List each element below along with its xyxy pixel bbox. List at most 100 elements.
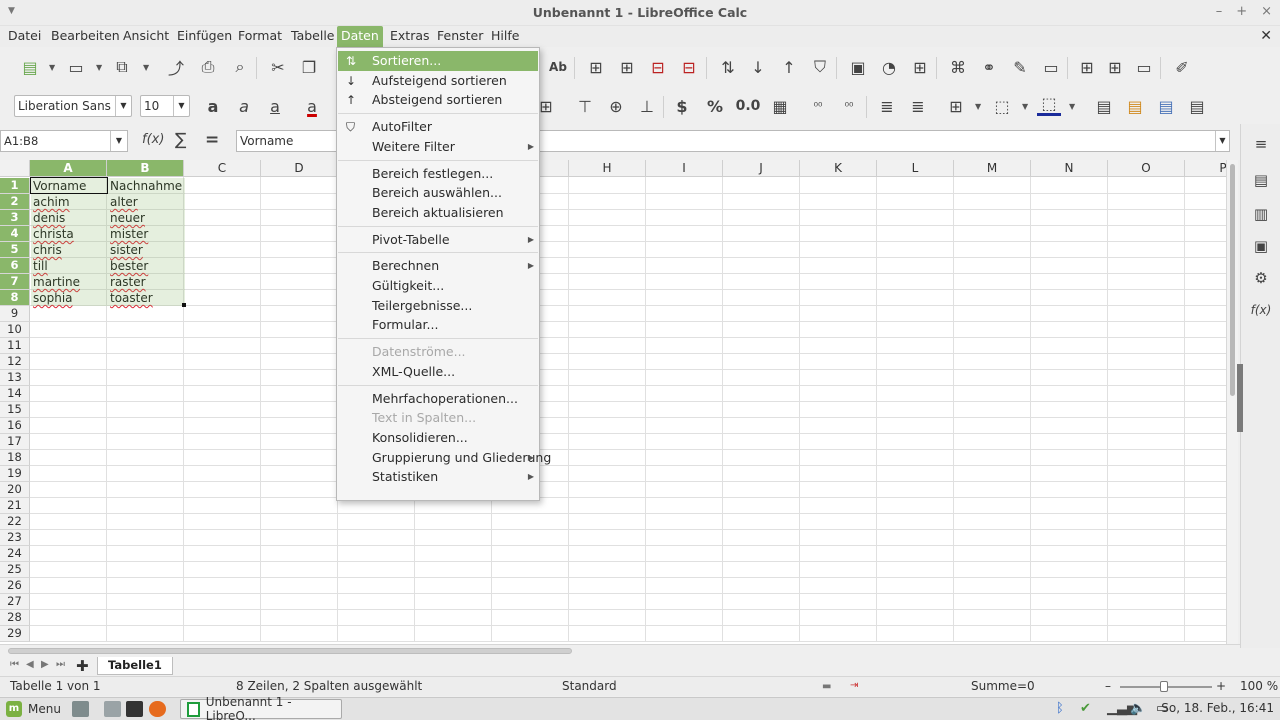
align-top-icon[interactable]: ⊤ <box>573 94 597 118</box>
page-style[interactable]: Standard <box>562 679 617 693</box>
menu-hilfe[interactable]: Hilfe <box>487 26 523 47</box>
column-header-j[interactable]: J <box>723 160 800 177</box>
menu-item-absteigend-sortieren[interactable]: ↑ Absteigend sortieren <box>338 90 538 110</box>
terminal-icon[interactable] <box>126 701 143 717</box>
print-icon[interactable]: ⎙ <box>196 55 220 79</box>
select-all-corner[interactable] <box>0 160 30 177</box>
font-size-combo[interactable]: 10 ▼ <box>140 95 190 117</box>
print-preview-icon[interactable]: ⌕ <box>228 55 252 79</box>
row-header-8[interactable]: 8 <box>0 290 30 306</box>
navigator-icon[interactable]: ⚙ <box>1249 266 1273 290</box>
menu-item-gruppierung-und-gliederung[interactable]: Gruppierung und Gliederung ▶ <box>338 448 551 468</box>
row-header-11[interactable]: 11 <box>0 338 30 354</box>
name-box[interactable]: A1:B8 ▼ <box>0 130 128 152</box>
row-header-3[interactable]: 3 <box>0 210 30 226</box>
last-sheet-icon[interactable]: ⏭ <box>56 659 65 670</box>
menu-item-gültigkeit[interactable]: Gültigkeit... <box>338 276 538 296</box>
row-header-23[interactable]: 23 <box>0 530 30 546</box>
gallery-icon[interactable]: ▣ <box>1249 234 1273 258</box>
image-icon[interactable]: ▣ <box>846 55 870 79</box>
clock[interactable]: So, 18. Feb., 16:41 <box>1161 701 1274 715</box>
row-header-5[interactable]: 5 <box>0 242 30 258</box>
selection-mode-icon[interactable]: ▬ <box>822 681 831 692</box>
freeze-rows-columns-icon[interactable]: ⊞ <box>1103 55 1127 79</box>
formula-icon[interactable]: = <box>205 130 219 150</box>
row-header-29[interactable]: 29 <box>0 626 30 642</box>
chevron-down-icon[interactable]: ▼ <box>110 131 127 151</box>
date-format-icon[interactable]: ▦ <box>768 94 792 118</box>
update-shield-icon[interactable]: ✔ <box>1080 701 1091 716</box>
decrease-indent-icon[interactable]: ≣ <box>906 94 930 118</box>
templates-icon[interactable]: ▭ <box>64 55 88 79</box>
menu-item-bereich-festlegen[interactable]: Bereich festlegen... <box>338 164 538 184</box>
cut-icon[interactable]: ✂ <box>266 55 290 79</box>
maximize-icon[interactable]: + <box>1236 4 1247 19</box>
row-header-19[interactable]: 19 <box>0 466 30 482</box>
column-header-l[interactable]: L <box>877 160 954 177</box>
show-desktop-icon[interactable] <box>72 701 89 717</box>
column-header-b[interactable]: B <box>107 160 184 177</box>
column-header-m[interactable]: M <box>954 160 1031 177</box>
add-decimal-icon[interactable]: ⁰⁰ <box>806 94 830 118</box>
sidebar-grip[interactable] <box>1237 364 1243 432</box>
row-header-6[interactable]: 6 <box>0 258 30 274</box>
row-header-18[interactable]: 18 <box>0 450 30 466</box>
column-header-o[interactable]: O <box>1108 160 1185 177</box>
column-header-k[interactable]: K <box>800 160 877 177</box>
font-name-combo[interactable]: Liberation Sans ▼ <box>14 95 132 117</box>
delete-decimal-icon[interactable]: ⁰⁰ <box>837 94 861 118</box>
row-header-26[interactable]: 26 <box>0 578 30 594</box>
row-header-27[interactable]: 27 <box>0 594 30 610</box>
chevron-down-icon[interactable]: ▼ <box>115 96 131 116</box>
delete-column-icon[interactable]: ⊟ <box>677 55 701 79</box>
sidebar-menu-icon[interactable]: ≡ <box>1249 132 1273 156</box>
row-header-10[interactable]: 10 <box>0 322 30 338</box>
menu-item-konsolidieren[interactable]: Konsolidieren... <box>338 428 538 448</box>
menu-tabelle[interactable]: Tabelle <box>287 26 339 47</box>
menu-ansicht[interactable]: Ansicht <box>119 26 173 47</box>
menu-item-pivot-tabelle[interactable]: Pivot-Tabelle ▶ <box>338 230 538 250</box>
menu-einfuegen[interactable]: Einfügen <box>173 26 236 47</box>
borders-dropdown-icon[interactable]: ▼ <box>975 102 981 111</box>
column-header-c[interactable]: C <box>184 160 261 177</box>
row-header-14[interactable]: 14 <box>0 386 30 402</box>
new-dropdown-icon[interactable]: ▼ <box>49 63 55 72</box>
zoom-in-icon[interactable]: + <box>1216 679 1226 693</box>
row-header-15[interactable]: 15 <box>0 402 30 418</box>
row-header-9[interactable]: 9 <box>0 306 30 322</box>
column-header-n[interactable]: N <box>1031 160 1108 177</box>
chart-icon[interactable]: ◔ <box>877 55 901 79</box>
bluetooth-icon[interactable]: ᛒ <box>1056 701 1064 716</box>
spellcheck-icon[interactable]: Ab <box>546 55 570 79</box>
border-color-icon[interactable]: ⬚ <box>1037 94 1061 116</box>
row-header-2[interactable]: 2 <box>0 194 30 210</box>
percent-format-icon[interactable]: % <box>703 94 727 118</box>
autofilter-toolbar-icon[interactable]: ⛉ <box>808 55 832 79</box>
split-window-icon[interactable]: ▭ <box>1132 55 1156 79</box>
borders-icon[interactable]: ⊞ <box>944 94 968 118</box>
row-header-7[interactable]: 7 <box>0 274 30 290</box>
column-header-i[interactable]: I <box>646 160 723 177</box>
chevron-down-icon[interactable]: ▼ <box>173 96 189 116</box>
column-header-a[interactable]: A <box>30 160 107 177</box>
add-sheet-icon[interactable]: ✚ <box>76 657 89 675</box>
zoom-slider-knob[interactable] <box>1160 681 1168 692</box>
center-vertically-icon[interactable]: ⊕ <box>604 94 628 118</box>
column-icon[interactable]: ⊞ <box>615 55 639 79</box>
menu-item-formular[interactable]: Formular... <box>338 315 538 335</box>
volume-icon[interactable]: 🔈 <box>1130 701 1146 716</box>
special-character-icon[interactable]: ⌘ <box>946 55 970 79</box>
sheet-tab-tabelle1[interactable]: Tabelle1 <box>97 657 173 675</box>
sort-descending-toolbar-icon[interactable]: ↑ <box>777 55 801 79</box>
menu-item-teilergebnisse[interactable]: Teilergebnisse... <box>338 296 538 316</box>
scrollbar-thumb[interactable] <box>8 648 572 654</box>
italic-icon[interactable]: a <box>232 94 256 118</box>
row-header-16[interactable]: 16 <box>0 418 30 434</box>
menu-datei[interactable]: Datei <box>4 26 45 47</box>
row-header-13[interactable]: 13 <box>0 370 30 386</box>
show-draw-functions-icon[interactable]: ✐ <box>1170 55 1194 79</box>
underline-icon[interactable]: a <box>263 94 287 118</box>
currency-format-icon[interactable]: $ <box>670 94 694 118</box>
menu-item-autofilter[interactable]: ⛉ AutoFilter <box>338 117 538 137</box>
menu-fenster[interactable]: Fenster <box>433 26 487 47</box>
